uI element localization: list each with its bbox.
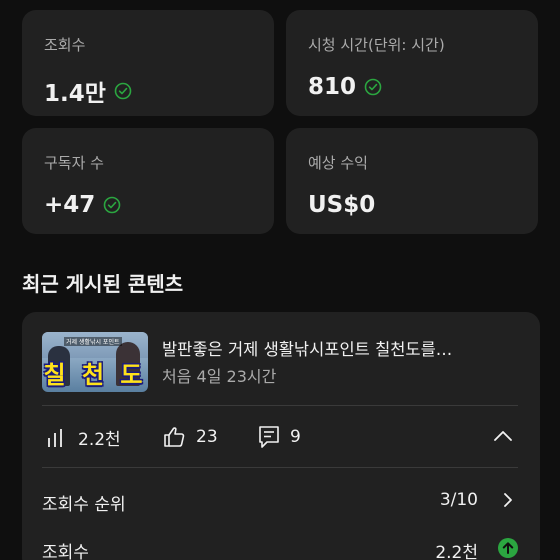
stat-card-subscribers[interactable]: 구독자 수 +47 bbox=[22, 128, 274, 234]
row-label: 조회수 순위 bbox=[42, 495, 126, 515]
thumbnail-caption: 거제 생활낚시 포인트 bbox=[64, 337, 122, 346]
video-thumbnail[interactable]: 거제 생활낚시 포인트 칠 천 도 bbox=[42, 332, 148, 392]
chevron-right-icon bbox=[504, 493, 512, 507]
views-count: 2.2천 bbox=[78, 430, 121, 450]
stat-label: 시청 시간(단위: 시간) bbox=[308, 36, 445, 54]
check-circle-icon bbox=[114, 82, 132, 100]
metric-likes: 23 bbox=[162, 425, 218, 449]
stat-card-watch-time[interactable]: 시청 시간(단위: 시간) 810 bbox=[286, 10, 538, 116]
stat-card-revenue[interactable]: 예상 수익 US$0 bbox=[286, 128, 538, 234]
stat-label: 예상 수익 bbox=[308, 154, 368, 172]
stat-label: 조회수 bbox=[44, 36, 86, 54]
analytics-page: 조회수 1.4만 시청 시간(단위: 시간) 810 구독자 수 +47 예상 … bbox=[0, 0, 560, 560]
thumbnail-title: 칠 천 도 bbox=[43, 361, 147, 389]
divider bbox=[42, 405, 518, 406]
likes-count: 23 bbox=[196, 427, 218, 447]
check-circle-icon bbox=[364, 78, 382, 96]
row-value: 3/10 bbox=[439, 490, 478, 510]
divider bbox=[42, 467, 518, 468]
comment-icon bbox=[259, 426, 279, 448]
stat-value: 1.4만 bbox=[44, 81, 106, 107]
stat-value: 810 bbox=[308, 74, 357, 100]
stat-label: 구독자 수 bbox=[44, 154, 104, 172]
metric-comments: 9 bbox=[258, 425, 301, 449]
stat-value: +47 bbox=[44, 192, 96, 218]
metric-views: 2.2천 bbox=[46, 425, 121, 450]
check-circle-icon bbox=[103, 196, 121, 214]
arrow-up-circle-icon bbox=[498, 538, 518, 558]
thumbs-up-icon bbox=[164, 427, 185, 447]
row-value: 2.2천 bbox=[435, 543, 478, 560]
video-title[interactable]: 발판좋은 거제 생활낚시포인트 칠천도를… bbox=[162, 336, 512, 360]
video-meta: 처음 4일 23시간 bbox=[162, 367, 277, 386]
stat-value: US$0 bbox=[308, 192, 376, 218]
bar-chart-icon bbox=[48, 428, 62, 447]
row-label: 조회수 bbox=[42, 543, 89, 560]
recent-content-card: 거제 생활낚시 포인트 칠 천 도 발판좋은 거제 생활낚시포인트 칠천도를… … bbox=[22, 312, 540, 560]
chevron-up-icon[interactable] bbox=[492, 428, 514, 444]
section-title: 최근 게시된 콘텐츠 bbox=[22, 272, 184, 296]
comments-count: 9 bbox=[290, 427, 301, 447]
stat-card-views[interactable]: 조회수 1.4만 bbox=[22, 10, 274, 116]
